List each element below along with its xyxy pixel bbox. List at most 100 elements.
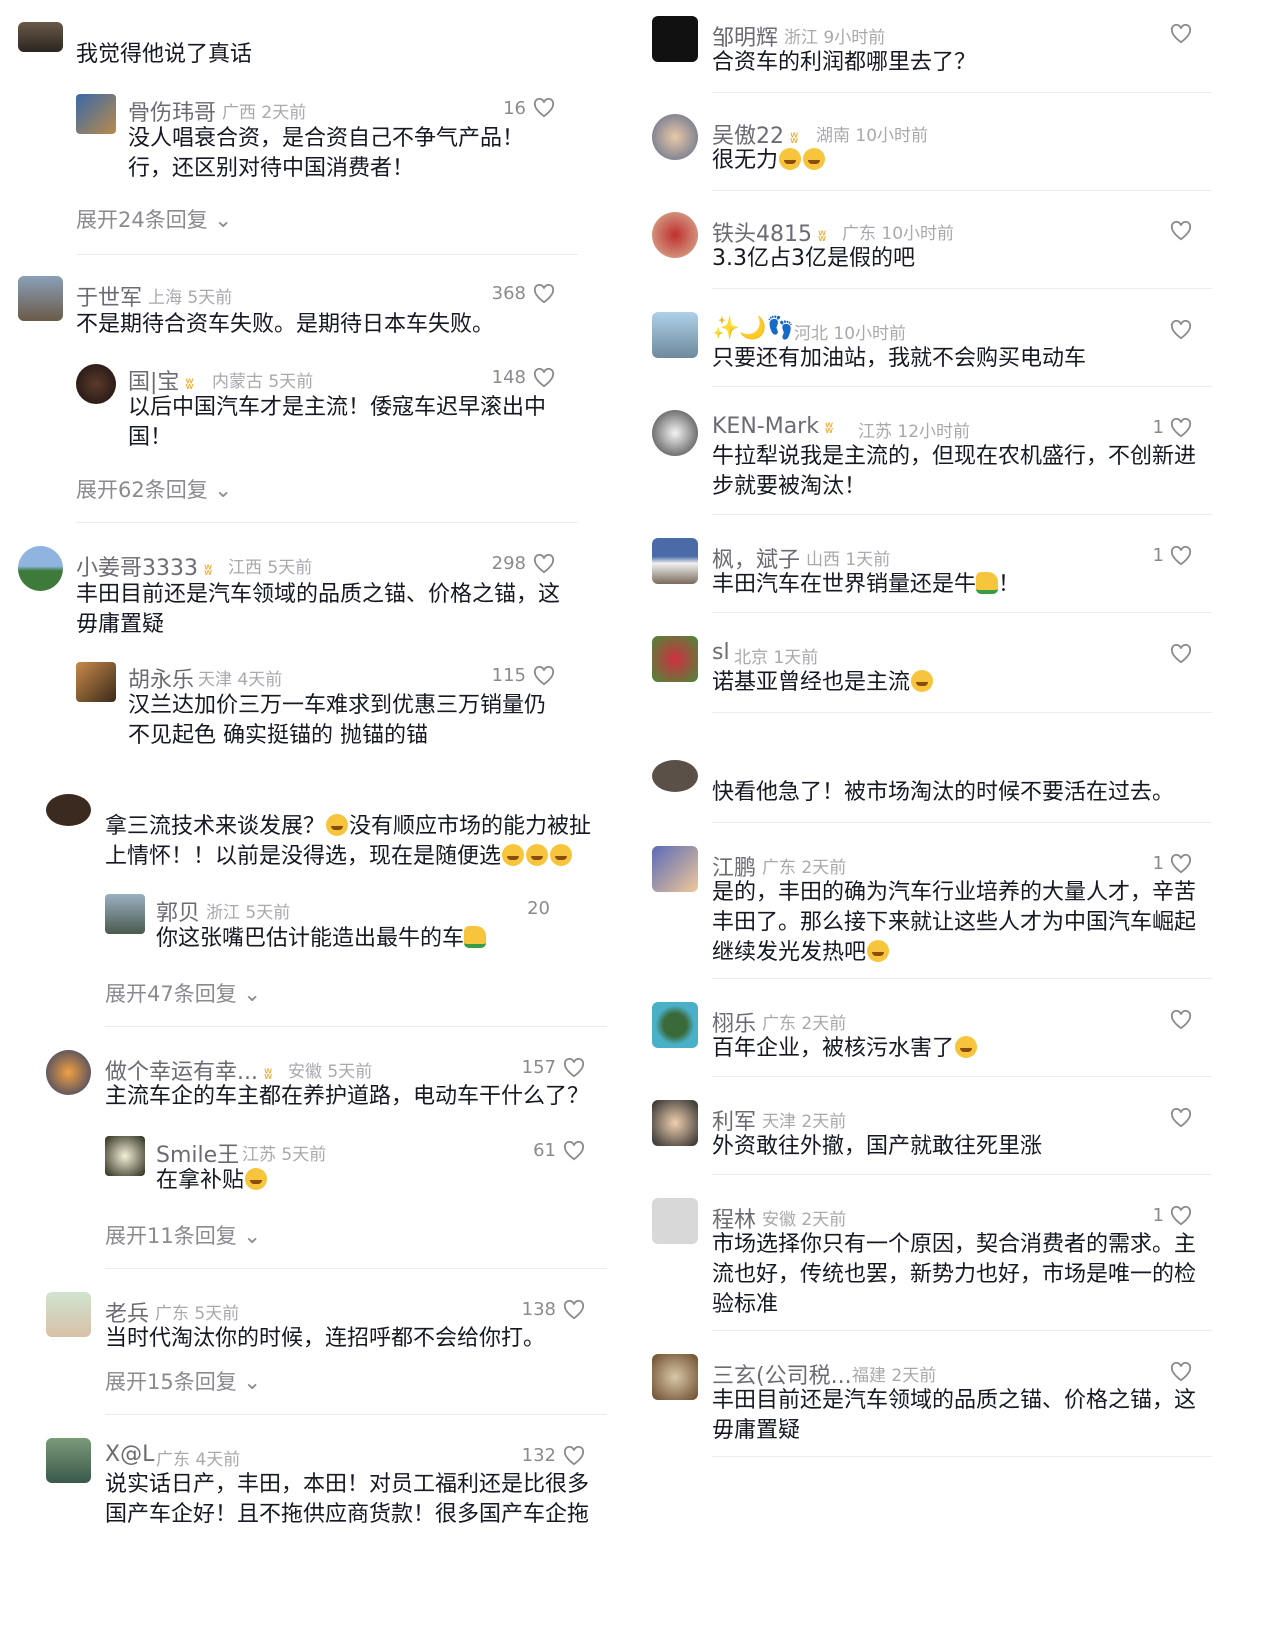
comment-meta: 浙江 9小时前	[784, 28, 886, 48]
avatar[interactable]	[652, 212, 698, 258]
username[interactable]: 小姜哥3333 ʬ	[76, 550, 212, 582]
avatar[interactable]	[46, 1292, 91, 1337]
expand-replies-button[interactable]: 展开62条回复 ⌄	[76, 474, 232, 504]
heart-outline-icon[interactable]	[1170, 1206, 1192, 1226]
avatar[interactable]	[652, 16, 698, 62]
username[interactable]: 国|宝 ʬ	[128, 364, 194, 396]
like-count: 1	[1152, 417, 1164, 438]
heart-outline-icon[interactable]	[1170, 221, 1192, 241]
divider	[105, 1268, 607, 1269]
avatar[interactable]	[76, 94, 116, 134]
expand-replies-button[interactable]: 展开15条回复 ⌄	[105, 1366, 261, 1396]
like-count: 132	[521, 1445, 556, 1466]
divider	[76, 522, 578, 523]
heart-outline-icon[interactable]	[1170, 644, 1192, 664]
avatar[interactable]	[76, 364, 116, 404]
expand-replies-button[interactable]: 展开11条回复 ⌄	[105, 1220, 261, 1250]
heart-outline-icon[interactable]	[1170, 1010, 1192, 1030]
divider	[105, 1026, 607, 1027]
heart-outline-icon[interactable]	[1170, 1362, 1192, 1382]
avatar[interactable]	[46, 1050, 91, 1095]
comment-meta: 广东 5天前	[155, 1304, 240, 1324]
username[interactable]: X@L	[105, 1442, 154, 1467]
avatar[interactable]	[652, 636, 698, 682]
username[interactable]: KEN-Mark ʬ	[712, 414, 833, 439]
divider	[712, 822, 1212, 823]
comments-panel-left-top: 我觉得他说了真话 骨伤玮哥 广西 2天前 16 没人唱衰合资，是合资自己不争气产…	[0, 0, 610, 760]
divider	[76, 254, 578, 255]
heart-outline-icon[interactable]	[1170, 546, 1192, 566]
heart-outline-icon[interactable]	[533, 284, 555, 304]
heart-outline-icon[interactable]	[533, 98, 555, 118]
avatar[interactable]	[652, 538, 698, 584]
cat-emoji-icon	[245, 1168, 268, 1190]
divider	[712, 1456, 1212, 1457]
avatar[interactable]	[18, 546, 63, 591]
avatar[interactable]	[652, 1100, 698, 1146]
comment-meta: 福建 2天前	[852, 1366, 937, 1386]
like-count: 157	[521, 1057, 556, 1078]
avatar[interactable]	[652, 760, 698, 792]
like-count: 16	[503, 98, 526, 119]
like-count: 298	[491, 553, 526, 574]
avatar[interactable]	[652, 312, 698, 358]
comment-text: 主流车企的车主都在养护道路，电动车干什么了？	[105, 1084, 590, 1109]
avatar[interactable]	[76, 662, 116, 702]
heart-outline-icon[interactable]	[1170, 320, 1192, 340]
heart-outline-icon[interactable]	[1170, 24, 1192, 44]
comment-text: 丰田汽车在世界销量还是牛！	[712, 572, 1021, 597]
username[interactable]: sl	[712, 640, 730, 665]
username[interactable]: ✨🌙👣	[712, 316, 794, 341]
cat-emoji-icon	[867, 940, 890, 962]
avatar[interactable]	[46, 794, 91, 826]
thumbs-up-icon	[976, 572, 999, 594]
username[interactable]: 骨伤玮哥	[128, 95, 216, 127]
cat-emoji-icon	[502, 844, 525, 866]
comment-text: 百年企业，被核污水害了	[712, 1034, 1202, 1064]
comment-text: 很无力	[712, 146, 1202, 176]
creator-badge-icon: ʬ	[790, 128, 799, 147]
chevron-down-icon: ⌄	[243, 982, 262, 1006]
expand-replies-button[interactable]: 展开47条回复 ⌄	[105, 978, 261, 1008]
avatar[interactable]	[652, 846, 698, 892]
username[interactable]: 胡永乐	[128, 662, 194, 694]
expand-replies-button[interactable]: 展开24条回复 ⌄	[76, 204, 232, 234]
comment-meta: 江苏 12小时前	[858, 422, 971, 442]
heart-outline-icon[interactable]	[533, 368, 555, 388]
avatar[interactable]	[18, 22, 63, 52]
comment-text: 你这张嘴巴估计能造出最牛的车	[156, 924, 586, 954]
heart-outline-icon[interactable]	[563, 1446, 585, 1466]
comment-text: 丰田目前还是汽车领域的品质之锚、价格之锚，这毋庸置疑	[712, 1388, 1197, 1443]
comments-panel-right: 邹明辉 浙江 9小时前 合资车的利润都哪里去了？ 吴傲22 ʬ 湖南 10小时前 …	[632, 0, 1270, 1641]
avatar[interactable]	[46, 1438, 91, 1483]
divider	[105, 1414, 607, 1415]
comment-text: 汉兰达加价三万一车难求到优惠三万销量仍不见起色 确实挺锚的 抛锚的锚	[128, 693, 547, 748]
username[interactable]: 于世军	[76, 280, 142, 312]
avatar[interactable]	[652, 1002, 698, 1048]
heart-outline-icon[interactable]	[1170, 418, 1192, 438]
like-count: 61	[533, 1140, 556, 1161]
avatar[interactable]	[105, 1136, 145, 1176]
divider	[712, 1076, 1212, 1077]
username[interactable]: 郭贝	[156, 895, 200, 927]
avatar[interactable]	[652, 114, 698, 160]
heart-outline-icon[interactable]	[533, 554, 555, 574]
heart-outline-icon[interactable]	[1170, 1108, 1192, 1128]
like-count: 1	[1152, 853, 1164, 874]
divider	[712, 288, 1212, 289]
avatar[interactable]	[18, 276, 63, 321]
heart-outline-icon[interactable]	[563, 1058, 585, 1078]
avatar[interactable]	[652, 410, 698, 456]
comment-meta: 广西 2天前	[222, 103, 307, 123]
username[interactable]: Smile王	[156, 1137, 239, 1169]
avatar[interactable]	[652, 1354, 698, 1400]
avatar[interactable]	[652, 1198, 698, 1244]
laugh-cry-emoji-icon	[911, 670, 934, 692]
heart-outline-icon[interactable]	[563, 1141, 585, 1161]
heart-outline-icon[interactable]	[563, 1300, 585, 1320]
comment-text: 当时代淘汰你的时候，连招呼都不会给你打。	[105, 1326, 546, 1351]
heart-outline-icon[interactable]	[533, 666, 555, 686]
heart-outline-icon[interactable]	[1170, 854, 1192, 874]
chevron-down-icon: ⌄	[214, 208, 233, 232]
avatar[interactable]	[105, 894, 145, 934]
